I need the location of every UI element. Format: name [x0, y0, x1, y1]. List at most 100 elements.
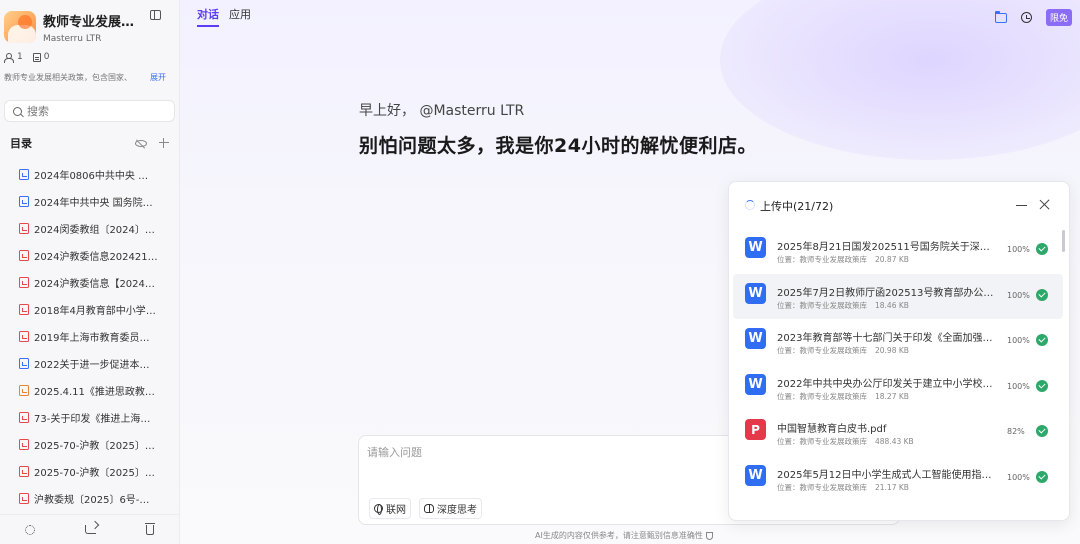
minimize-icon[interactable]: [1016, 205, 1027, 207]
sidebar-document-item[interactable]: 2025-70-沪教〔2025〕5号...: [0, 458, 179, 485]
upload-file-size: 18.46 KB: [875, 300, 909, 310]
document-name: 2025.4.11《推进思政教育...: [34, 387, 158, 398]
upload-file-name: 2022年中共中央办公厅印发关于建立中小学校党...: [777, 378, 999, 390]
word-file-icon: W: [745, 237, 766, 258]
sidebar-collapse-icon[interactable]: [150, 10, 161, 20]
greeting: 早上好， @Masterru LTR: [359, 103, 525, 119]
sidebar-document-item[interactable]: 73-关于印发《推进上海大...: [0, 404, 179, 431]
shield-icon: [705, 531, 713, 540]
sidebar: 教师专业发展政策 Masterru LTR 1 0 教师专业发展相关政策，包含国…: [0, 0, 180, 544]
trash-icon[interactable]: [145, 522, 155, 535]
pdf-file-icon: P: [745, 419, 766, 440]
sidebar-document-item[interactable]: 沪教委规〔2025〕6号-优...: [0, 485, 179, 512]
upload-item[interactable]: W 2025年7月2日教师厅函202513号教育部办公厅关... 位置：教师专业发展…: [733, 273, 1063, 319]
hide-icon[interactable]: [135, 139, 147, 147]
upload-file-size: 20.87 KB: [875, 255, 909, 264]
upload-file-meta: 位置：教师专业发展政策库 20.87 KB: [777, 254, 909, 265]
upload-progress: 100%: [1007, 472, 1030, 482]
word-file-icon: W: [745, 373, 766, 395]
upload-file-name: 2025年7月2日教师厅函202513号教育部办公厅关...: [777, 287, 999, 299]
plan-badge[interactable]: 限免: [1045, 9, 1072, 26]
upload-file-meta: 位置：教师专业发展政策库 18.27 KB: [777, 391, 909, 402]
kb-header: 教师专业发展政策 Masterru LTR: [0, 0, 179, 46]
close-icon[interactable]: [1039, 199, 1050, 210]
top-right-tools: 限免: [994, 9, 1072, 26]
sidebar-document-item[interactable]: 2024沪教委信息202421号-...: [0, 242, 179, 269]
check-circle-icon: [1036, 470, 1048, 483]
upload-progress: 82%: [1007, 427, 1025, 436]
documents-icon: [32, 52, 41, 62]
upload-file-name: 2025年5月12日中小学生成式人工智能使用指南2...: [777, 469, 999, 481]
upload-file-meta: 位置：教师专业发展政策库 488.43 KB: [777, 436, 914, 447]
word-file-icon: [19, 169, 29, 180]
sidebar-document-item[interactable]: 2024年0806中共中央 国务院...: [0, 161, 179, 188]
sidebar-footer: [0, 514, 179, 544]
upload-item[interactable]: W 2025年5月12日中小学生成式人工智能使用指南2... 位置：教师专业发展政策…: [733, 456, 1063, 502]
sidebar-document-item[interactable]: 2024年中共中央 国务院印...: [0, 188, 179, 215]
share-icon[interactable]: [85, 525, 96, 534]
document-name: 2024沪教委信息202421号-...: [34, 252, 158, 263]
pdf-file-icon: [19, 412, 29, 423]
kb-stats: 1 0: [0, 52, 179, 63]
check-circle-icon: [1036, 288, 1048, 301]
upload-file-location: 位置：教师专业发展政策库: [777, 300, 867, 310]
headline: 别怕问题太多，我是你24小时的解忧便利店。: [359, 135, 757, 157]
upload-file-size: 488.43 KB: [875, 437, 914, 446]
search-input[interactable]: [27, 104, 167, 118]
pdf-file-icon: [19, 277, 29, 288]
pdf-file-icon: [19, 331, 29, 342]
document-name: 2024闵委教组〔2024〕4...: [34, 225, 158, 236]
upload-file-location: 位置：教师专业发展政策库: [777, 437, 867, 446]
folder-icon[interactable]: [994, 10, 1007, 23]
expand-link[interactable]: 展开: [150, 72, 166, 83]
add-icon[interactable]: [159, 138, 169, 148]
settings-icon[interactable]: [25, 524, 35, 535]
history-icon[interactable]: [1020, 12, 1032, 23]
tab-chat[interactable]: 对话: [197, 6, 219, 27]
upload-file-size: 18.27 KB: [875, 391, 909, 401]
kb-logo: [4, 11, 36, 43]
toc-header: 目录: [0, 135, 179, 151]
pdf-file-icon: [19, 223, 29, 234]
upload-file-location: 位置：教师专业发展政策库: [777, 391, 867, 401]
pdf-file-icon: [19, 304, 29, 315]
documents-count: 0: [43, 52, 50, 62]
sidebar-document-item[interactable]: 2018年4月教育部中小学数...: [0, 296, 179, 323]
sidebar-document-item[interactable]: 2024沪教委信息【2024】...: [0, 269, 179, 296]
document-name: 2018年4月教育部中小学数...: [34, 306, 158, 317]
word-file-icon: W: [745, 282, 766, 304]
upload-item[interactable]: W 2023年教育部等十七部门关于印发《全面加强和... 位置：教师专业发展政策库 2…: [733, 319, 1063, 365]
word-file-icon: [19, 358, 29, 369]
deep-think-button[interactable]: 深度思考: [419, 498, 482, 519]
upload-header: 上传中(21/72): [729, 182, 1069, 228]
word-file-icon: [19, 196, 29, 207]
upload-item[interactable]: W 2025年8月21日国发202511号国务院关于深入实... 位置：教师专业发展…: [733, 228, 1063, 274]
sidebar-search[interactable]: [4, 100, 175, 122]
upload-progress: 100%: [1007, 290, 1030, 300]
upload-progress: 100%: [1007, 381, 1030, 391]
upload-item[interactable]: W 2022年中共中央办公厅印发关于建立中小学校党... 位置：教师专业发展政策库 1…: [733, 365, 1063, 411]
sidebar-document-item[interactable]: 2022关于进一步促进本市...: [0, 350, 179, 377]
sidebar-document-item[interactable]: 2025-70-沪教〔2025〕5号...: [0, 431, 179, 458]
upload-item[interactable]: P 中国智慧教育白皮书.pdf 位置：教师专业发展政策库 488.43 KB 82%: [733, 410, 1063, 456]
document-name: 2025-70-沪教〔2025〕5号...: [34, 468, 158, 479]
kb-description: 教师专业发展相关政策，包含国家、 展开: [0, 72, 179, 83]
upload-file-location: 位置：教师专业发展政策库: [777, 346, 867, 355]
sidebar-document-item[interactable]: 2025.4.11《推进思政教育...: [0, 377, 179, 404]
upload-file-location: 位置：教师专业发展政策库: [777, 255, 867, 264]
tab-apps[interactable]: 应用: [229, 6, 251, 27]
top-tabs: 对话 应用: [197, 6, 251, 27]
check-circle-icon: [1036, 379, 1048, 392]
document-list: 2024年0806中共中央 国务院... 2024年中共中央 国务院印... 202…: [0, 161, 179, 512]
deep-think-icon: [424, 504, 434, 513]
sidebar-document-item[interactable]: 2024闵委教组〔2024〕4...: [0, 215, 179, 242]
document-name: 73-关于印发《推进上海大...: [34, 414, 158, 425]
check-circle-icon: [1036, 425, 1048, 437]
upload-scrollbar[interactable]: [1062, 230, 1065, 252]
disclaimer: AI生成的内容仅供参考，请注意甄别信息准确性: [535, 530, 713, 541]
globe-icon: [374, 504, 383, 515]
deep-think-label: 深度思考: [437, 505, 477, 516]
web-search-button[interactable]: 联网: [369, 498, 411, 519]
upload-file-name: 2025年8月21日国发202511号国务院关于深入实...: [777, 242, 999, 253]
sidebar-document-item[interactable]: 2019年上海市教育委员会...: [0, 323, 179, 350]
